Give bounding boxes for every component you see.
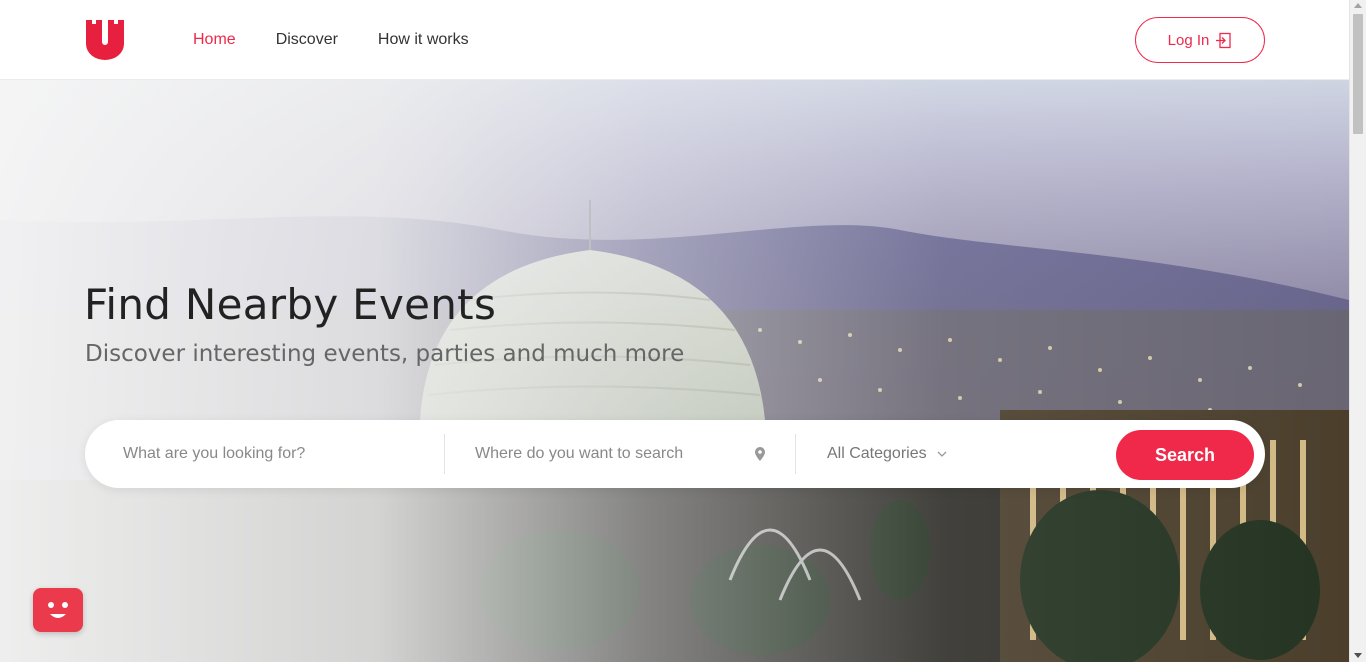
logo-icon[interactable] — [84, 18, 126, 60]
hero-title: Find Nearby Events — [84, 280, 497, 329]
site-header: Home Discover How it works Log In — [0, 0, 1349, 80]
search-divider — [444, 434, 445, 474]
what-field — [123, 420, 433, 488]
where-input[interactable] — [475, 445, 775, 463]
main-nav: Home Discover How it works — [193, 30, 509, 50]
chat-widget-icon[interactable] — [33, 588, 83, 632]
category-select[interactable]: All Categories — [827, 420, 977, 488]
scroll-up-arrow[interactable] — [1354, 3, 1362, 8]
login-icon — [1216, 32, 1232, 48]
nav-home[interactable]: Home — [193, 30, 236, 50]
hero-fade-overlay — [0, 80, 1349, 662]
chevron-down-icon — [937, 451, 947, 457]
nav-how-it-works[interactable]: How it works — [378, 30, 469, 50]
login-label: Log In — [1167, 31, 1210, 49]
category-selected: All Categories — [827, 445, 927, 462]
chat-face-icon — [48, 602, 68, 618]
hero-section: Find Nearby Events Discover interesting … — [0, 80, 1349, 662]
nav-discover[interactable]: Discover — [276, 30, 338, 50]
search-bar: All Categories Search — [85, 420, 1265, 488]
map-pin-icon — [755, 447, 765, 461]
hero-subtitle: Discover interesting events, parties and… — [85, 341, 685, 367]
search-divider — [795, 434, 796, 474]
what-input[interactable] — [123, 445, 433, 463]
where-field — [475, 420, 775, 488]
scroll-thumb[interactable] — [1353, 14, 1363, 134]
scroll-down-arrow[interactable] — [1354, 653, 1362, 658]
search-button[interactable]: Search — [1116, 430, 1254, 480]
page-scrollbar[interactable] — [1349, 0, 1366, 662]
login-button[interactable]: Log In — [1135, 17, 1265, 63]
